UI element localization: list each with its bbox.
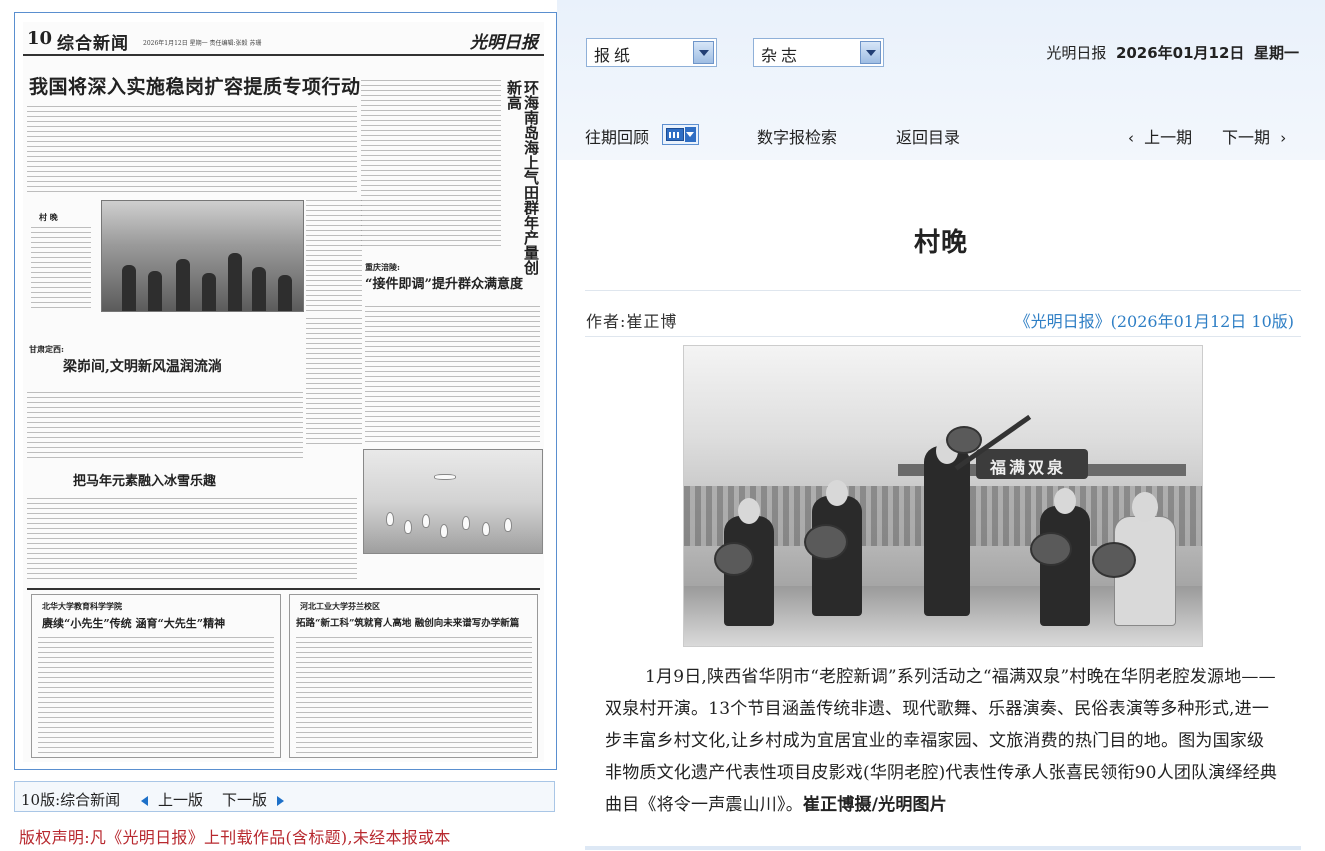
paper-photo-village-gala[interactable] [101, 200, 304, 312]
next-page-link[interactable]: 下一版 [222, 789, 267, 810]
paper-text-block [27, 392, 303, 462]
magazine-select[interactable]: 杂志 [753, 38, 884, 67]
newspaper-page-frame: 10 综合新闻 2026年1月12日 星期一 责任编辑:张毅 苏珊 光明日报 我… [14, 12, 557, 770]
copyright-notice: 版权声明:凡《光明日报》上刊载作品(含标题),未经本报或本 [19, 828, 451, 847]
article-author: 作者:崔正博 [586, 312, 678, 331]
paper-header-meta: 2026年1月12日 星期一 责任编辑:张毅 苏珊 [143, 40, 262, 47]
photo-gate-sign: 福满双泉 [976, 449, 1088, 479]
article-body-text: 1月9日,陕西省华阴市“老腔新调”系列活动之“福满双泉”村晚在华阴老腔发源地——… [605, 667, 1278, 815]
article-body: 1月9日,陕西省华阴市“老腔新调”系列活动之“福满双泉”村晚在华阴老腔发源地——… [605, 661, 1281, 821]
paper-advertorial-right[interactable]: 河北工业大学芬兰校区 拓路“新工科”筑就育人高地 融创向未来谱写办学新篇 [289, 594, 538, 758]
paper-sub-label-chongqing: 重庆涪陵: [365, 262, 400, 272]
current-page-label[interactable]: 10版:综合新闻 [21, 789, 120, 810]
paper-photo-caption-title: 村 晚 [39, 212, 58, 222]
photo-face [826, 480, 848, 506]
paper-logo: 光明日报 [470, 33, 538, 53]
paper-sub-label-gansu: 甘肃定西: [29, 344, 64, 354]
issue-weekday: 星期一 [1253, 44, 1299, 62]
article-photo-credit: 崔正博摄/光明图片 [802, 795, 947, 815]
paper-article-headline-3[interactable]: 梁峁间,文明新风温润流淌 [63, 356, 222, 376]
paper-article-headline-1[interactable]: 我国将深入实施稳岗扩容提质专项行动 [29, 72, 361, 99]
paper-header: 10 综合新闻 2026年1月12日 星期一 责任编辑:张毅 苏珊 光明日报 [23, 22, 544, 56]
divider [585, 290, 1301, 291]
issue-info: 光明日报 2026年01月12日 星期一 [1046, 42, 1299, 63]
newspaper-select-value: 报纸 [594, 46, 635, 65]
photo-performer [1040, 506, 1090, 626]
newspaper-select[interactable]: 报纸 [586, 38, 717, 67]
paper-section-name: 综合新闻 [57, 34, 129, 54]
photo-face [738, 498, 760, 524]
chevron-down-icon[interactable] [860, 41, 881, 64]
issue-date: 2026年01月12日 [1115, 44, 1245, 62]
paper-photo-caption: 村 晚 [29, 212, 95, 308]
chevron-right-icon: › [1280, 129, 1287, 147]
paper-article-headline-side[interactable]: 环海南岛海上气田群年产量创新高 [505, 80, 540, 280]
article-title: 村晚 [913, 228, 968, 258]
page-switcher: 10版:综合新闻 上一版 下一版 [14, 781, 555, 812]
prev-page-icon[interactable] [141, 792, 148, 810]
chevron-down-icon[interactable] [693, 41, 714, 64]
issue-paper-name: 光明日报 [1046, 44, 1107, 62]
paper-ad-right-headline: 拓路“新工科”筑就育人高地 融创向未来谱写办学新篇 [296, 618, 520, 629]
next-issue-control[interactable]: 下一期 › [1222, 124, 1286, 148]
newspaper-page-image[interactable]: 10 综合新闻 2026年1月12日 星期一 责任编辑:张毅 苏珊 光明日报 我… [23, 22, 544, 762]
paper-text-block [27, 106, 357, 196]
photo-instrument [804, 524, 848, 560]
paper-text-block [27, 498, 357, 582]
paper-text-block [306, 200, 362, 312]
paper-article-headline-4[interactable]: 把马年元素融入冰雪乐趣 [73, 470, 216, 489]
bottom-divider [585, 846, 1301, 850]
photo-instrument [946, 426, 982, 454]
paper-ad-left-school: 北华大学教育科学学院 [42, 601, 122, 611]
magazine-select-value: 杂志 [761, 46, 802, 65]
photo-instrument [1092, 542, 1136, 578]
calendar-icon[interactable] [662, 124, 699, 145]
photo-performer [924, 446, 970, 616]
back-to-toc-link[interactable]: 返回目录 [896, 124, 960, 148]
paper-article-headline-2[interactable]: “接件即调”提升群众满意度 [365, 273, 523, 292]
paper-text-block [365, 306, 540, 446]
prev-issue-control[interactable]: ‹ 上一期 [1128, 124, 1192, 148]
paper-text-block [306, 318, 362, 448]
paper-text-block [38, 637, 274, 755]
paper-text-block [296, 637, 532, 755]
article-photo[interactable]: 福满双泉 [683, 345, 1203, 647]
next-page-icon[interactable] [277, 792, 284, 810]
paper-page-number: 10 [27, 28, 53, 49]
photo-instrument [714, 542, 754, 576]
paper-advertorial-area: 北华大学教育科学学院 赓续“小先生”传统 涵育“大先生”精神 河北工业大学芬兰校… [27, 588, 540, 758]
photo-face [1132, 492, 1158, 522]
chevron-left-icon: ‹ [1128, 129, 1134, 147]
paper-ad-right-school: 河北工业大学芬兰校区 [300, 601, 380, 611]
prev-issue-link[interactable]: 上一期 [1144, 128, 1192, 147]
article-source[interactable]: 《光明日报》(2026年01月12日 10版) [1015, 308, 1294, 332]
paper-text-block [361, 80, 501, 250]
past-issues-link[interactable]: 往期回顾 [585, 124, 649, 148]
prev-page-link[interactable]: 上一版 [158, 789, 203, 810]
next-issue-link[interactable]: 下一期 [1222, 128, 1270, 147]
photo-face [1054, 488, 1076, 514]
digital-search-link[interactable]: 数字报检索 [757, 124, 837, 148]
paper-photo-swans[interactable] [363, 449, 543, 554]
photo-instrument [1030, 532, 1072, 566]
paper-ad-left-headline: 赓续“小先生”传统 涵育“大先生”精神 [42, 617, 226, 630]
divider [585, 336, 1301, 337]
paper-advertorial-left[interactable]: 北华大学教育科学学院 赓续“小先生”传统 涵育“大先生”精神 [31, 594, 281, 758]
photo-gate-sign-text: 福满双泉 [990, 458, 1067, 477]
